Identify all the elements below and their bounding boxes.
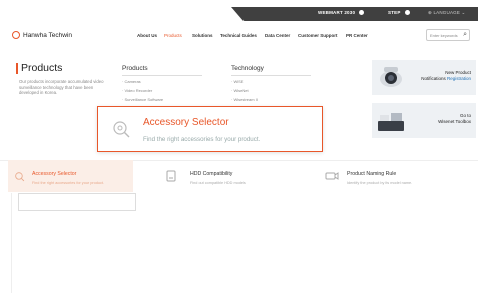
wisenet-label: WiseNet	[233, 88, 249, 93]
tab-title: HDD Compatibility	[190, 171, 233, 177]
promo-wisenet-toolbox[interactable]: Go to Wisenet Toolbox	[372, 103, 476, 138]
content-box	[18, 193, 136, 211]
column-title-products[interactable]: Products	[122, 65, 148, 72]
tab-title: Product Naming Rule	[347, 171, 397, 177]
popup-title: Accessory Selector	[143, 117, 229, 128]
nav-pr-center[interactable]: PR Center	[346, 33, 368, 38]
column-title-technology[interactable]: Technology	[231, 65, 264, 72]
popup-subtitle: Find the right accessories for your prod…	[143, 136, 261, 143]
nav-solutions[interactable]: Solutions	[192, 33, 213, 38]
menu-title: Products	[16, 63, 62, 74]
menu-link-software[interactable]: · Surveillance Software	[122, 97, 163, 102]
menu-link-video-recorder[interactable]: · Video Recorder	[122, 88, 152, 93]
hdd-icon	[166, 170, 176, 182]
promo-line1: New Product	[445, 70, 471, 75]
tab-subtitle: Find the right accessories for your prod…	[32, 181, 104, 185]
menu-link-cameras[interactable]: · Cameras	[122, 79, 141, 84]
tab-title: Accessory Selector	[32, 171, 77, 177]
gear-search-icon	[113, 121, 130, 138]
webmart-link[interactable]: WEBMART 2030	[318, 10, 365, 16]
tab-accessory-selector[interactable]: Accessory Selector Find the right access…	[8, 160, 133, 192]
search-placeholder: Enter keywords	[430, 33, 458, 38]
camera-icon	[325, 172, 339, 180]
language-selector[interactable]: ⊕ LANGUAGE ⌄	[428, 10, 465, 16]
search-icon[interactable]: ⌕	[463, 31, 467, 39]
nav-products[interactable]: Products	[164, 33, 182, 38]
promo-line2: Notifications	[421, 76, 446, 81]
dot-icon	[359, 10, 365, 16]
nav-customer-support[interactable]: Customer Support	[298, 33, 338, 38]
nav-data-center[interactable]: Data Center	[265, 33, 290, 38]
promo-new-product-notification[interactable]: New Product Notifications Registration	[372, 60, 476, 95]
menu-description: Our products incorporate accumulated vid…	[19, 79, 104, 96]
promo-line1: Go to	[459, 113, 471, 118]
nav-about-us[interactable]: About Us	[137, 33, 157, 38]
toolbox-icon	[378, 113, 404, 131]
tab-subtitle: Identify the product by its model name.	[347, 181, 413, 185]
logo-text: Hanwha Techwin	[23, 31, 73, 39]
wise-label: WiSE	[233, 79, 244, 84]
gear-search-icon	[15, 172, 25, 182]
video-recorder-label: Video Recorder	[124, 88, 153, 93]
globe-icon: ⊕	[428, 10, 432, 15]
nav-technical-guides[interactable]: Technical Guides	[220, 33, 257, 38]
promo-line2: Wisenet Toolbox	[438, 119, 471, 124]
language-label: LANGUAGE	[433, 10, 461, 15]
menu-link-wise[interactable]: · WiSE	[231, 79, 243, 84]
step-label: STEP	[388, 10, 401, 15]
camera-product-icon	[380, 67, 402, 87]
logo-icon	[12, 31, 20, 39]
promo-text: Go to Wisenet Toolbox	[438, 113, 471, 125]
webmart-label: WEBMART	[318, 10, 343, 15]
tab-product-naming-rule[interactable]: Product Naming Rule Identify the product…	[325, 160, 475, 192]
column-divider	[231, 75, 311, 76]
cameras-label: Cameras	[124, 79, 141, 84]
promo-registration: Registration	[446, 76, 471, 81]
software-label: Surveillance Software	[124, 97, 164, 102]
menu-link-wisestream[interactable]: · Wisestream II	[231, 97, 258, 102]
tab-hdd-compatibility[interactable]: HDD Compatibility Find out compatible HD…	[166, 160, 296, 192]
search-input[interactable]: Enter keywords ⌕	[426, 29, 470, 41]
menu-link-wisenet[interactable]: · WiseNet	[231, 88, 249, 93]
wisestream-label: Wisestream II	[233, 97, 258, 102]
accessory-selector-popup[interactable]: Accessory Selector Find the right access…	[97, 106, 323, 152]
step-link[interactable]: STEP	[388, 10, 410, 16]
dot-icon	[404, 10, 410, 16]
column-divider	[122, 75, 202, 76]
left-divider	[11, 193, 12, 293]
tab-subtitle: Find out compatible HDD models	[190, 181, 246, 185]
promo-text: New Product Notifications Registration	[421, 70, 471, 82]
brand-logo[interactable]: Hanwha Techwin	[12, 31, 72, 39]
